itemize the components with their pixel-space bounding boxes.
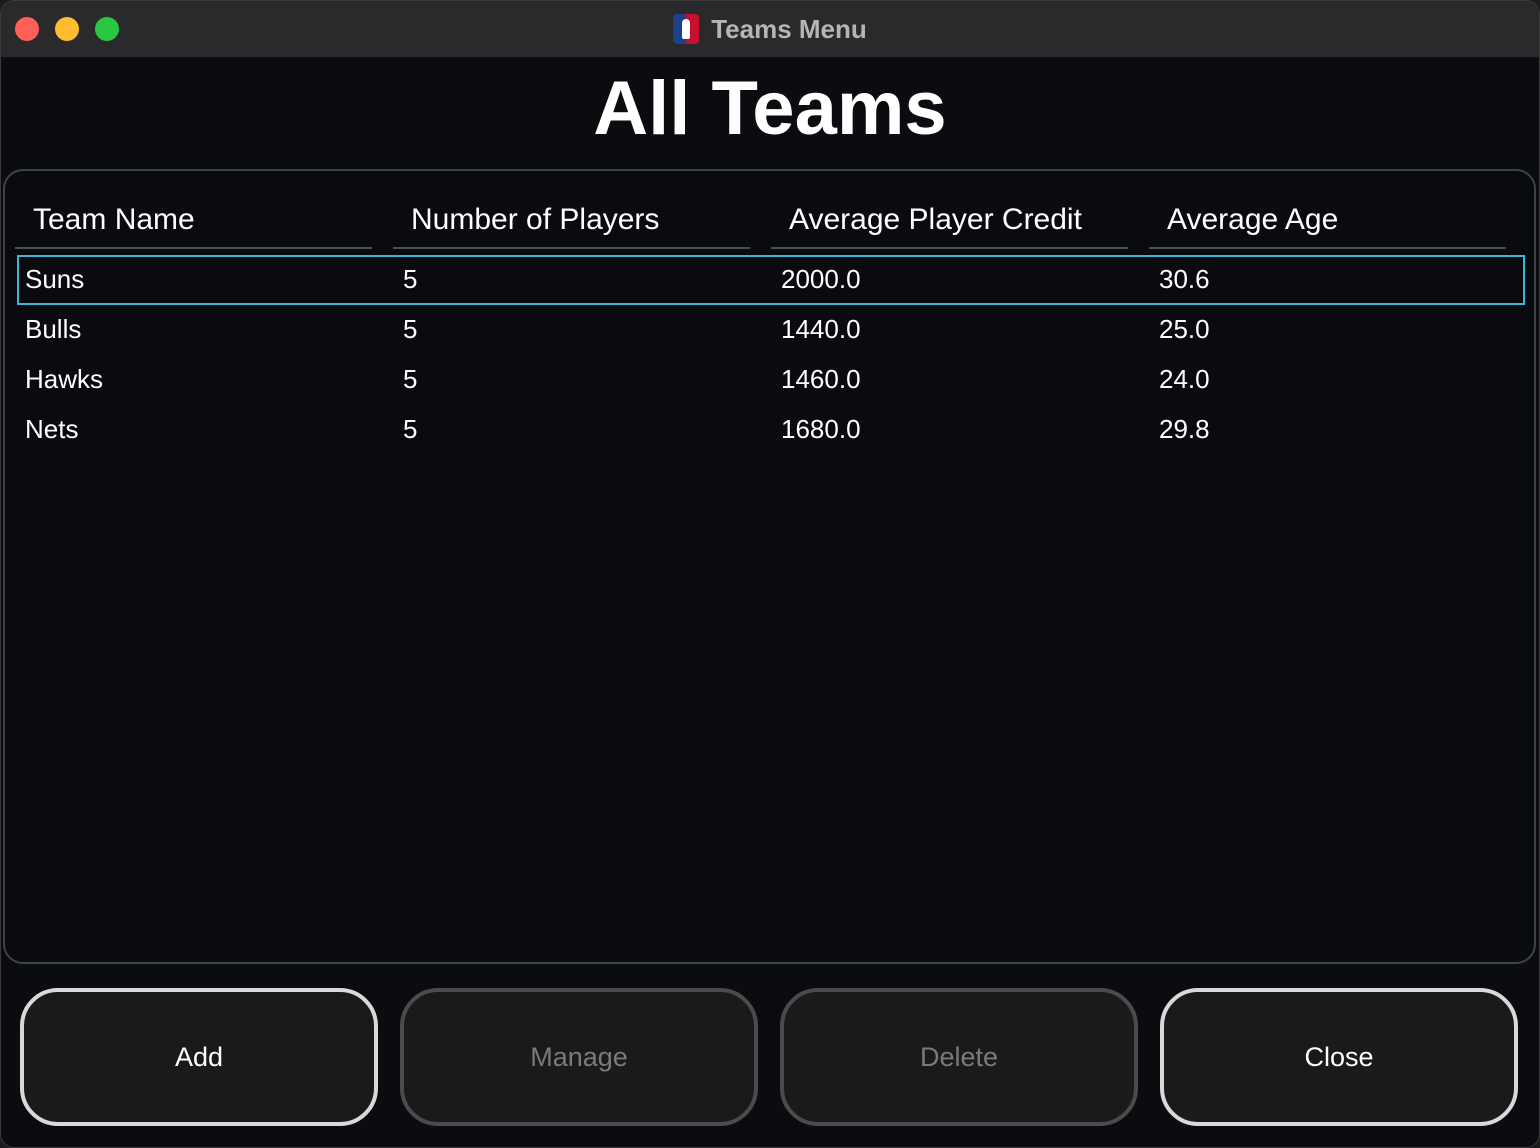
page-title: All Teams [593,66,947,151]
cell-team-name: Hawks [25,364,104,394]
title-bar[interactable]: Teams Menu [1,1,1539,58]
cell-team-name: Nets [25,414,79,444]
cell-average-age: 24.0 [1159,364,1210,394]
cell-team-name: Suns [25,264,85,294]
table-row[interactable]: Suns 5 2000.0 30.6 [17,255,1525,305]
column-header-number-of-players[interactable]: Number of Players [393,191,750,249]
cell-average-player-credit: 1680.0 [781,414,861,444]
table-body: Suns 5 2000.0 30.6 Bulls 5 1440.0 25.0 H… [17,255,1525,455]
teams-menu-window: Teams Menu All Teams Team Name Number of… [0,0,1540,1148]
column-header-average-player-credit[interactable]: Average Player Credit [771,191,1128,249]
cell-number-of-players: 5 [403,314,418,344]
table-header: Team Name Number of Players Average Play… [15,191,1525,251]
delete-button[interactable]: Delete [780,988,1138,1126]
window-title-area: Teams Menu [1,1,1539,57]
close-button[interactable]: Close [1160,988,1518,1126]
cell-average-player-credit: 1440.0 [781,314,861,344]
column-header-team-name[interactable]: Team Name [15,191,372,249]
manage-button[interactable]: Manage [400,988,758,1126]
cell-average-age: 30.6 [1159,264,1210,294]
window-title: Teams Menu [711,13,867,44]
table-row[interactable]: Bulls 5 1440.0 25.0 [17,305,1525,355]
column-header-average-age[interactable]: Average Age [1149,191,1506,249]
cell-number-of-players: 5 [403,364,418,394]
cell-average-age: 29.8 [1159,414,1210,444]
teams-table[interactable]: Team Name Number of Players Average Play… [3,169,1536,964]
add-button[interactable]: Add [20,988,378,1126]
cell-number-of-players: 5 [403,264,418,294]
cell-team-name: Bulls [25,314,82,344]
cell-average-player-credit: 1460.0 [781,364,861,394]
table-row[interactable]: Nets 5 1680.0 29.8 [17,405,1525,455]
cell-number-of-players: 5 [403,414,418,444]
cell-average-age: 25.0 [1159,314,1210,344]
nba-logo-icon [673,14,700,44]
cell-average-player-credit: 2000.0 [781,264,861,294]
table-row[interactable]: Hawks 5 1460.0 24.0 [17,355,1525,405]
